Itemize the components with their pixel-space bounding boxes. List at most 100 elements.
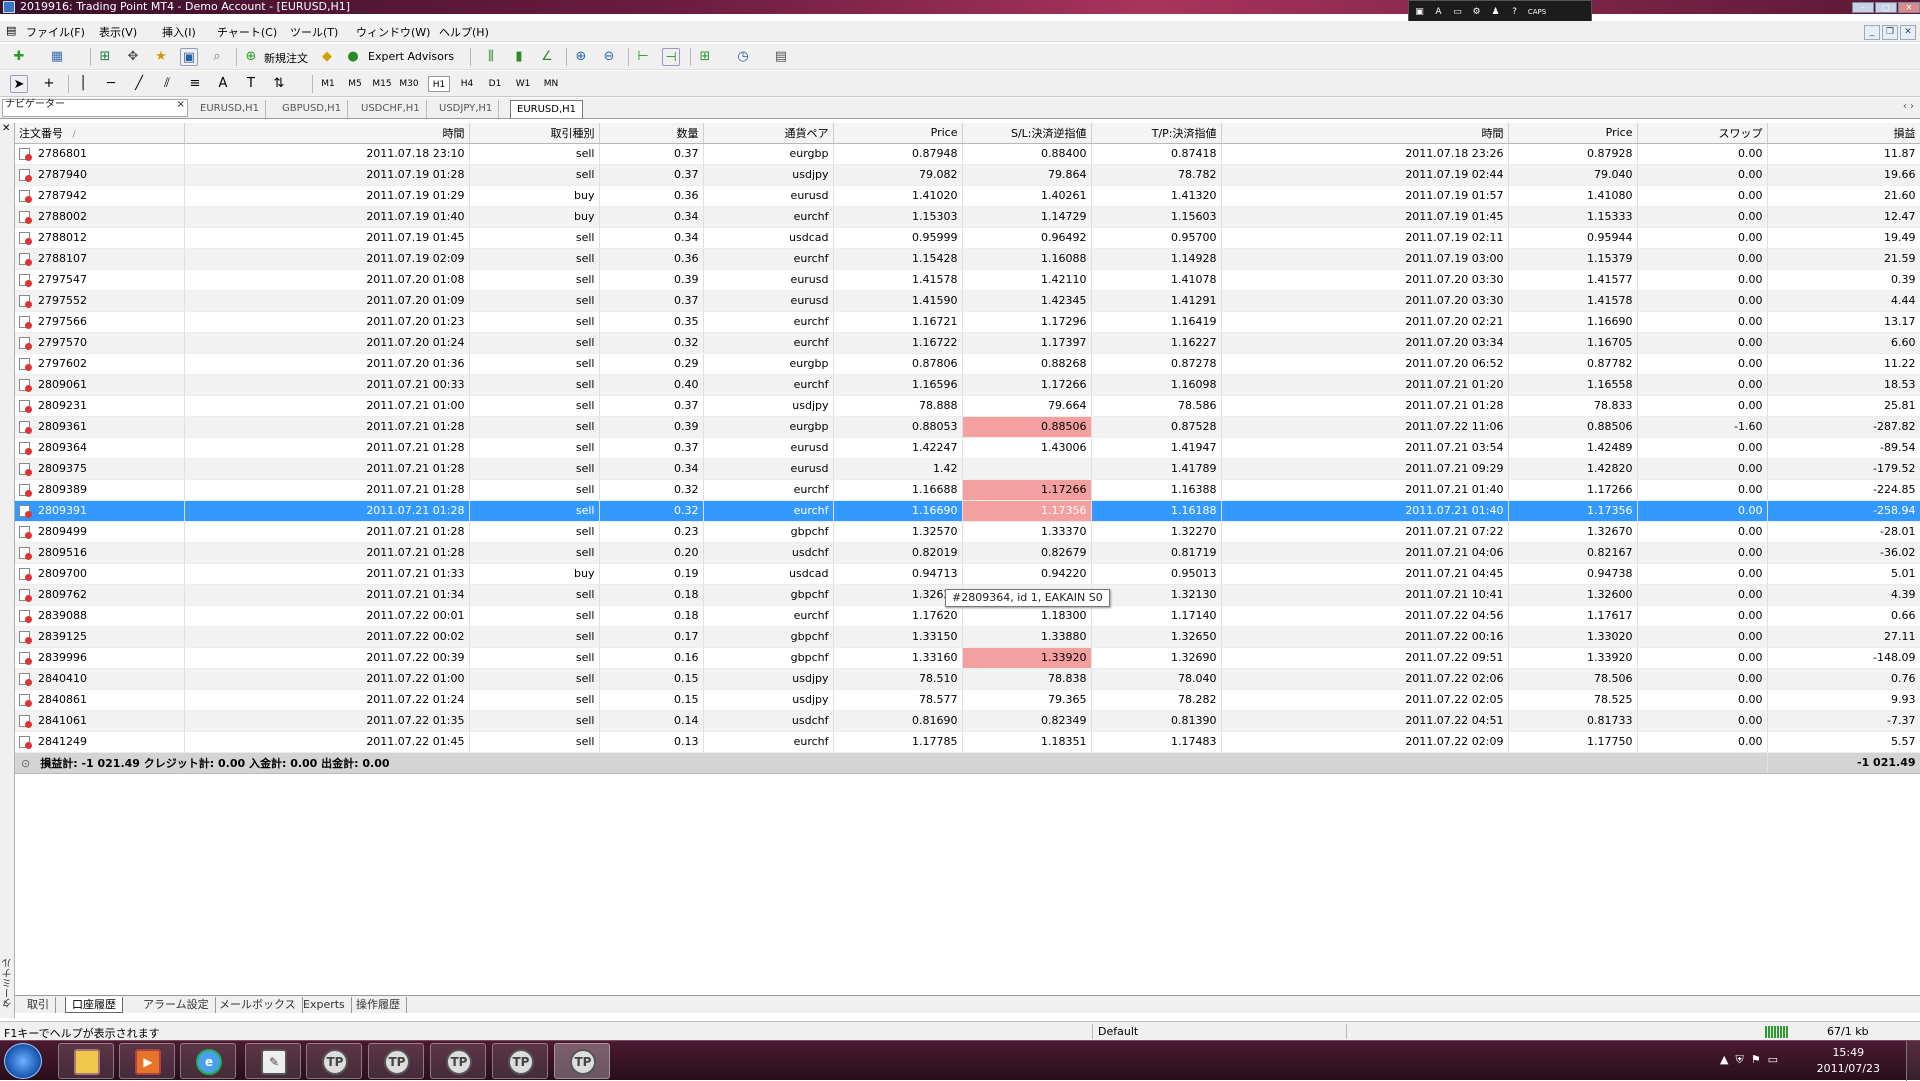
zoom-out-icon[interactable]: ⊖ <box>600 48 618 66</box>
col-header-order[interactable]: 注文番号 / <box>15 123 185 144</box>
timeframe-m30[interactable]: M30 <box>398 76 420 92</box>
chart-tab-eurusd-active[interactable]: EURUSD,H1 <box>510 100 584 118</box>
table-row[interactable]: 2809231 2011.07.21 01:00 sell 0.37 usdjpy 78.… <box>15 395 1920 417</box>
col-header-symbol[interactable]: 通貨ペア <box>703 123 834 144</box>
col-header-close-time[interactable]: 時間 <box>1221 123 1509 144</box>
tab-account-history[interactable]: 口座履歴 <box>65 997 123 1013</box>
table-row[interactable]: 2809700 2011.07.21 01:33 buy 0.19 usdcad 0.94… <box>15 563 1920 585</box>
taskbar-mt4-5[interactable]: TP <box>554 1043 610 1079</box>
menu-window[interactable]: ウィンドウ(W) <box>356 24 430 40</box>
taskbar-media[interactable]: ▶ <box>119 1043 175 1079</box>
table-row[interactable]: 2797566 2011.07.20 01:23 sell 0.35 eurchf 1.1… <box>15 311 1920 333</box>
arrows-icon[interactable]: ⇅ <box>270 75 288 93</box>
ime-tools-icon[interactable]: ⚙ <box>1468 2 1485 22</box>
metaeditor-icon[interactable]: ◆ <box>318 48 336 66</box>
cursor-icon[interactable]: ➤ <box>10 75 28 93</box>
taskbar-mt4-3[interactable]: TP <box>430 1043 486 1079</box>
table-row[interactable]: 2797570 2011.07.20 01:24 sell 0.32 eurchf 1.1… <box>15 332 1920 354</box>
ime-user-icon[interactable]: ♟ <box>1487 2 1504 22</box>
minimize-button[interactable]: – <box>1852 2 1874 13</box>
tab-alerts[interactable]: アラーム設定 <box>137 997 216 1013</box>
new-chart-icon[interactable]: ✚ <box>10 48 28 66</box>
table-row[interactable]: 2839996 2011.07.22 00:39 sell 0.16 gbpchf 1.3… <box>15 647 1920 669</box>
table-row[interactable]: 2809516 2011.07.21 01:28 sell 0.20 usdchf 0.8… <box>15 542 1920 564</box>
chart-tab-eurusd[interactable]: EURUSD,H1 <box>194 100 267 118</box>
tray-shield-icon[interactable]: ⛨ <box>1735 1053 1743 1066</box>
menu-insert[interactable]: 挿入(I) <box>162 24 196 40</box>
timeframe-d1[interactable]: D1 <box>484 76 506 92</box>
taskbar-ie[interactable]: e <box>180 1043 236 1079</box>
terminal-icon[interactable]: ▣ <box>180 48 198 66</box>
table-row[interactable]: 2809391 2011.07.21 01:28 sell 0.32 eurchf 1.1… <box>15 500 1920 522</box>
fibonacci-icon[interactable]: ≡ <box>186 75 204 93</box>
indicators-icon[interactable]: ⊞ <box>696 48 714 66</box>
close-button[interactable]: ✕ <box>1898 2 1920 13</box>
col-header-take-profit[interactable]: T/P:決済指値 <box>1091 123 1222 144</box>
table-row[interactable]: 2797602 2011.07.20 01:36 sell 0.29 eurgbp 0.8… <box>15 353 1920 375</box>
tab-trade[interactable]: 取引 <box>21 997 56 1013</box>
expert-advisors-button[interactable]: Expert Advisors <box>368 50 454 63</box>
tab-mailbox[interactable]: メールボックス <box>213 997 303 1013</box>
timeframe-h4[interactable]: H4 <box>456 76 478 92</box>
col-header-profit[interactable]: 損益 <box>1767 123 1920 144</box>
chart-tab-gbpusd[interactable]: GBPUSD,H1 <box>276 100 349 118</box>
chart-shift-icon[interactable]: ⊣ <box>662 48 680 66</box>
taskbar-mt4-1[interactable]: TP <box>306 1043 362 1079</box>
maximize-button[interactable]: □ <box>1875 2 1897 13</box>
menu-app-icon[interactable]: ▤ <box>6 24 16 37</box>
tab-scroll-arrows[interactable]: ‹ › <box>1903 101 1914 112</box>
terminal-close-icon[interactable]: ✕ <box>2 123 10 134</box>
candlestick-icon[interactable]: ▮ <box>510 48 528 66</box>
ime-help-icon[interactable]: ? <box>1506 2 1523 22</box>
col-header-swap[interactable]: スワップ <box>1637 123 1768 144</box>
table-row[interactable]: 2809061 2011.07.21 00:33 sell 0.40 eurchf 1.1… <box>15 374 1920 396</box>
col-header-stop-loss[interactable]: S/L:決済逆指値 <box>962 123 1092 144</box>
table-row[interactable]: 2786801 2011.07.18 23:10 sell 0.37 eurgbp 0.8… <box>15 143 1920 165</box>
mdi-close-button[interactable]: ✕ <box>1900 25 1916 40</box>
ime-pad-icon[interactable]: ▭ <box>1449 2 1466 22</box>
ime-mode-icon[interactable]: ▣ <box>1411 2 1428 22</box>
timeframe-mn[interactable]: MN <box>540 76 562 92</box>
ime-input-icon[interactable]: A <box>1430 2 1447 22</box>
mdi-restore-button[interactable]: ❐ <box>1882 25 1898 40</box>
table-row[interactable]: 2841249 2011.07.22 01:45 sell 0.13 eurchf 1.1… <box>15 731 1920 753</box>
text-label-icon[interactable]: T <box>242 75 260 93</box>
table-row[interactable]: 2787940 2011.07.19 01:28 sell 0.37 usdjpy 79.… <box>15 164 1920 186</box>
col-header-open-time[interactable]: 時間 <box>184 123 470 144</box>
table-row[interactable]: 2841061 2011.07.22 01:35 sell 0.14 usdchf 0.8… <box>15 710 1920 732</box>
table-row[interactable]: 2839088 2011.07.22 00:01 sell 0.18 eurchf 1.1… <box>15 605 1920 627</box>
timeframe-h1[interactable]: H1 <box>428 76 450 92</box>
table-row[interactable]: 2797552 2011.07.20 01:09 sell 0.37 eurusd 1.4… <box>15 290 1920 312</box>
bar-chart-icon[interactable]: ⫼ <box>482 48 500 66</box>
timeframe-w1[interactable]: W1 <box>512 76 534 92</box>
expert-advisors-icon[interactable]: ● <box>344 48 362 66</box>
menu-chart[interactable]: チャート(C) <box>217 24 277 40</box>
menu-view[interactable]: 表示(V) <box>99 24 137 40</box>
templates-icon[interactable]: ▤ <box>772 48 790 66</box>
table-row[interactable]: 2797547 2011.07.20 01:08 sell 0.39 eurusd 1.4… <box>15 269 1920 291</box>
table-row[interactable]: 2840410 2011.07.22 01:00 sell 0.15 usdjpy 78.… <box>15 668 1920 690</box>
timeframe-m15[interactable]: M15 <box>371 76 393 92</box>
col-header-close-price[interactable]: Price <box>1508 123 1638 144</box>
crosshair-icon[interactable]: + <box>40 75 58 93</box>
col-header-size[interactable]: 数量 <box>599 123 704 144</box>
zoom-in-icon[interactable]: ⊕ <box>572 48 590 66</box>
table-row[interactable]: 2809499 2011.07.21 01:28 sell 0.23 gbpchf 1.3… <box>15 521 1920 543</box>
table-row[interactable]: 2840861 2011.07.22 01:24 sell 0.15 usdjpy 78.… <box>15 689 1920 711</box>
col-header-type[interactable]: 取引種別 <box>469 123 600 144</box>
show-desktop-button[interactable] <box>1906 1041 1920 1081</box>
chart-tab-usdjpy[interactable]: USDJPY,H1 <box>433 100 500 118</box>
tray-network-icon[interactable]: ▭ <box>1768 1053 1778 1066</box>
tray-arrow-icon[interactable]: ▲ <box>1720 1053 1728 1066</box>
table-row[interactable]: 2788107 2011.07.19 02:09 sell 0.36 eurchf 1.1… <box>15 248 1920 270</box>
navigator-close-icon[interactable]: × <box>177 100 185 110</box>
table-row[interactable]: 2788002 2011.07.19 01:40 buy 0.34 eurchf 1.15… <box>15 206 1920 228</box>
chart-tab-usdchf[interactable]: USDCHF,H1 <box>355 100 427 118</box>
periods-icon[interactable]: ◷ <box>734 48 752 66</box>
tab-journal[interactable]: 操作履歴 <box>350 997 407 1013</box>
taskbar-mt4-4[interactable]: TP <box>492 1043 548 1079</box>
profiles-icon[interactable]: ▦ <box>48 48 66 66</box>
table-row[interactable]: 2839125 2011.07.22 00:02 sell 0.17 gbpchf 1.3… <box>15 626 1920 648</box>
tab-experts[interactable]: Experts <box>297 997 352 1013</box>
taskbar-notepad[interactable]: ✎ <box>245 1043 301 1079</box>
